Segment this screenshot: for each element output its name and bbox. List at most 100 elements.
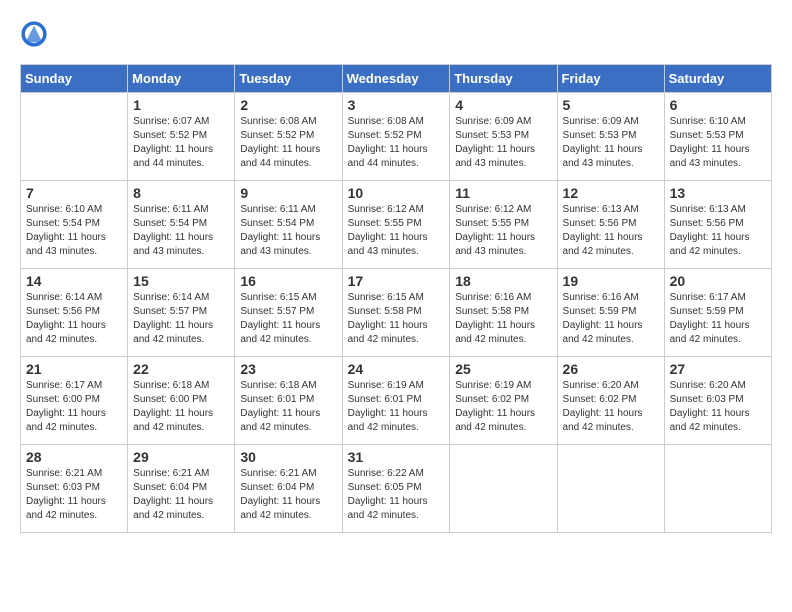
- day-number: 26: [563, 361, 659, 377]
- calendar-cell: 2 Sunrise: 6:08 AMSunset: 5:52 PMDaylight…: [235, 93, 342, 181]
- calendar-cell: 27 Sunrise: 6:20 AMSunset: 6:03 PMDayligh…: [664, 357, 771, 445]
- cell-info: Sunrise: 6:11 AMSunset: 5:54 PMDaylight:…: [240, 203, 336, 259]
- day-number: 29: [133, 449, 229, 465]
- calendar-cell: 21 Sunrise: 6:17 AMSunset: 6:00 PMDayligh…: [21, 357, 128, 445]
- calendar-cell: 14 Sunrise: 6:14 AMSunset: 5:56 PMDayligh…: [21, 269, 128, 357]
- cell-info: Sunrise: 6:14 AMSunset: 5:56 PMDaylight:…: [26, 291, 122, 347]
- calendar-header-wednesday: Wednesday: [342, 65, 450, 93]
- day-number: 9: [240, 185, 336, 201]
- calendar-cell: 8 Sunrise: 6:11 AMSunset: 5:54 PMDaylight…: [128, 181, 235, 269]
- cell-info: Sunrise: 6:13 AMSunset: 5:56 PMDaylight:…: [563, 203, 659, 259]
- calendar-cell: 11Sunrise: 6:12 AMSunset: 5:55 PMDayligh…: [450, 181, 557, 269]
- cell-info: Sunrise: 6:09 AMSunset: 5:53 PMDaylight:…: [563, 115, 659, 171]
- day-number: 5: [563, 97, 659, 113]
- calendar-cell: 13 Sunrise: 6:13 AMSunset: 5:56 PMDayligh…: [664, 181, 771, 269]
- week-row-1: 1 Sunrise: 6:07 AMSunset: 5:52 PMDaylight…: [21, 93, 772, 181]
- week-row-4: 21 Sunrise: 6:17 AMSunset: 6:00 PMDayligh…: [21, 357, 772, 445]
- calendar-cell: 5 Sunrise: 6:09 AMSunset: 5:53 PMDaylight…: [557, 93, 664, 181]
- calendar-table: SundayMondayTuesdayWednesdayThursdayFrid…: [20, 64, 772, 533]
- calendar-cell: 16 Sunrise: 6:15 AMSunset: 5:57 PMDayligh…: [235, 269, 342, 357]
- calendar-cell: [557, 445, 664, 533]
- calendar-cell: 28Sunrise: 6:21 AMSunset: 6:03 PMDayligh…: [21, 445, 128, 533]
- day-number: 14: [26, 273, 122, 289]
- cell-info: Sunrise: 6:09 AMSunset: 5:53 PMDaylight:…: [455, 115, 551, 171]
- week-row-5: 28Sunrise: 6:21 AMSunset: 6:03 PMDayligh…: [21, 445, 772, 533]
- day-number: 7: [26, 185, 122, 201]
- calendar-cell: 15 Sunrise: 6:14 AMSunset: 5:57 PMDayligh…: [128, 269, 235, 357]
- calendar-header-tuesday: Tuesday: [235, 65, 342, 93]
- day-number: 6: [670, 97, 766, 113]
- day-number: 16: [240, 273, 336, 289]
- day-number: 19: [563, 273, 659, 289]
- cell-info: Sunrise: 6:21 AMSunset: 6:04 PMDaylight:…: [240, 467, 336, 523]
- cell-info: Sunrise: 6:12 AMSunset: 5:55 PMDaylight:…: [455, 203, 551, 259]
- cell-info: Sunrise: 6:21 AMSunset: 6:03 PMDaylight:…: [26, 467, 122, 523]
- cell-info: Sunrise: 6:15 AMSunset: 5:58 PMDaylight:…: [348, 291, 445, 347]
- day-number: 4: [455, 97, 551, 113]
- day-number: 13: [670, 185, 766, 201]
- week-row-3: 14 Sunrise: 6:14 AMSunset: 5:56 PMDayligh…: [21, 269, 772, 357]
- day-number: 3: [348, 97, 445, 113]
- day-number: 17: [348, 273, 445, 289]
- cell-info: Sunrise: 6:16 AMSunset: 5:59 PMDaylight:…: [563, 291, 659, 347]
- cell-info: Sunrise: 6:13 AMSunset: 5:56 PMDaylight:…: [670, 203, 766, 259]
- calendar-cell: 23Sunrise: 6:18 AMSunset: 6:01 PMDayligh…: [235, 357, 342, 445]
- calendar-cell: 22Sunrise: 6:18 AMSunset: 6:00 PMDayligh…: [128, 357, 235, 445]
- cell-info: Sunrise: 6:10 AMSunset: 5:54 PMDaylight:…: [26, 203, 122, 259]
- day-number: 22: [133, 361, 229, 377]
- calendar-cell: 19 Sunrise: 6:16 AMSunset: 5:59 PMDayligh…: [557, 269, 664, 357]
- page-header: [20, 20, 772, 48]
- calendar-cell: [664, 445, 771, 533]
- day-number: 1: [133, 97, 229, 113]
- calendar-cell: [21, 93, 128, 181]
- cell-info: Sunrise: 6:16 AMSunset: 5:58 PMDaylight:…: [455, 291, 551, 347]
- calendar-cell: 3 Sunrise: 6:08 AMSunset: 5:52 PMDaylight…: [342, 93, 450, 181]
- logo: [20, 20, 52, 48]
- calendar-cell: 29 Sunrise: 6:21 AMSunset: 6:04 PMDayligh…: [128, 445, 235, 533]
- cell-info: Sunrise: 6:08 AMSunset: 5:52 PMDaylight:…: [348, 115, 445, 171]
- cell-info: Sunrise: 6:21 AMSunset: 6:04 PMDaylight:…: [133, 467, 229, 523]
- calendar-header-sunday: Sunday: [21, 65, 128, 93]
- day-number: 15: [133, 273, 229, 289]
- day-number: 24: [348, 361, 445, 377]
- calendar-cell: 25Sunrise: 6:19 AMSunset: 6:02 PMDayligh…: [450, 357, 557, 445]
- cell-info: Sunrise: 6:20 AMSunset: 6:03 PMDaylight:…: [670, 379, 766, 435]
- calendar-cell: 24 Sunrise: 6:19 AMSunset: 6:01 PMDayligh…: [342, 357, 450, 445]
- day-number: 21: [26, 361, 122, 377]
- calendar-cell: 7 Sunrise: 6:10 AMSunset: 5:54 PMDaylight…: [21, 181, 128, 269]
- cell-info: Sunrise: 6:17 AMSunset: 6:00 PMDaylight:…: [26, 379, 122, 435]
- cell-info: Sunrise: 6:14 AMSunset: 5:57 PMDaylight:…: [133, 291, 229, 347]
- calendar-cell: 9 Sunrise: 6:11 AMSunset: 5:54 PMDaylight…: [235, 181, 342, 269]
- week-row-2: 7 Sunrise: 6:10 AMSunset: 5:54 PMDaylight…: [21, 181, 772, 269]
- calendar-cell: 18 Sunrise: 6:16 AMSunset: 5:58 PMDayligh…: [450, 269, 557, 357]
- day-number: 30: [240, 449, 336, 465]
- day-number: 8: [133, 185, 229, 201]
- day-number: 12: [563, 185, 659, 201]
- cell-info: Sunrise: 6:10 AMSunset: 5:53 PMDaylight:…: [670, 115, 766, 171]
- day-number: 2: [240, 97, 336, 113]
- cell-info: Sunrise: 6:15 AMSunset: 5:57 PMDaylight:…: [240, 291, 336, 347]
- calendar-cell: 6 Sunrise: 6:10 AMSunset: 5:53 PMDaylight…: [664, 93, 771, 181]
- cell-info: Sunrise: 6:22 AMSunset: 6:05 PMDaylight:…: [348, 467, 445, 523]
- day-number: 20: [670, 273, 766, 289]
- cell-info: Sunrise: 6:08 AMSunset: 5:52 PMDaylight:…: [240, 115, 336, 171]
- calendar-cell: 17 Sunrise: 6:15 AMSunset: 5:58 PMDayligh…: [342, 269, 450, 357]
- day-number: 23: [240, 361, 336, 377]
- day-number: 25: [455, 361, 551, 377]
- cell-info: Sunrise: 6:19 AMSunset: 6:01 PMDaylight:…: [348, 379, 445, 435]
- calendar-header-thursday: Thursday: [450, 65, 557, 93]
- cell-info: Sunrise: 6:07 AMSunset: 5:52 PMDaylight:…: [133, 115, 229, 171]
- cell-info: Sunrise: 6:12 AMSunset: 5:55 PMDaylight:…: [348, 203, 445, 259]
- calendar-cell: 26 Sunrise: 6:20 AMSunset: 6:02 PMDayligh…: [557, 357, 664, 445]
- calendar-header-friday: Friday: [557, 65, 664, 93]
- cell-info: Sunrise: 6:20 AMSunset: 6:02 PMDaylight:…: [563, 379, 659, 435]
- calendar-header-monday: Monday: [128, 65, 235, 93]
- day-number: 27: [670, 361, 766, 377]
- calendar-header-saturday: Saturday: [664, 65, 771, 93]
- logo-icon: [20, 20, 48, 48]
- cell-info: Sunrise: 6:17 AMSunset: 5:59 PMDaylight:…: [670, 291, 766, 347]
- calendar-cell: 12 Sunrise: 6:13 AMSunset: 5:56 PMDayligh…: [557, 181, 664, 269]
- day-number: 18: [455, 273, 551, 289]
- calendar-cell: 1 Sunrise: 6:07 AMSunset: 5:52 PMDaylight…: [128, 93, 235, 181]
- cell-info: Sunrise: 6:11 AMSunset: 5:54 PMDaylight:…: [133, 203, 229, 259]
